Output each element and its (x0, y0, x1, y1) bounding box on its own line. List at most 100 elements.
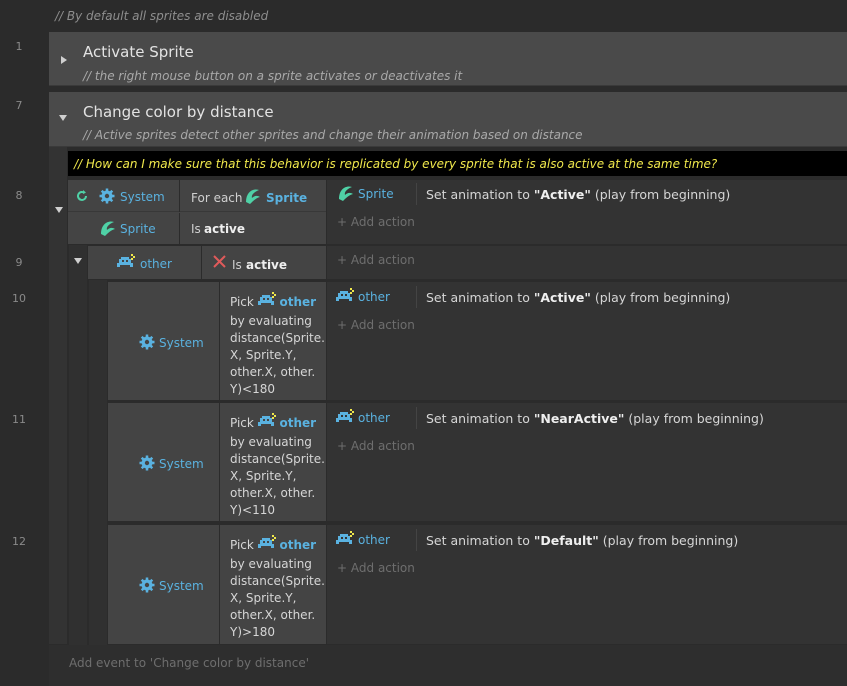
event-11-conditions[interactable]: System Pick other by evaluating distance… (108, 403, 326, 521)
pick-target: other (279, 538, 317, 552)
expand-arrow-icon[interactable] (61, 56, 67, 64)
add-action-button[interactable]: + Add action (337, 439, 415, 453)
add-action-button[interactable]: + Add action (337, 215, 415, 229)
add-action-button[interactable]: + Add action (337, 318, 415, 332)
pick-label: Pick (230, 295, 254, 309)
action-divider (416, 286, 417, 308)
action-animation: "NearActive" (533, 411, 625, 426)
pick-line: Pick other (230, 535, 325, 556)
pick-target: other (279, 416, 317, 430)
other-icon (117, 254, 135, 273)
cell-divider (219, 525, 220, 644)
event-8-actions[interactable]: Sprite Set animation to "Active" (play f… (327, 180, 847, 244)
condition-object: System (159, 457, 204, 471)
action-divider (416, 407, 417, 429)
action-animation: "Active" (533, 187, 591, 202)
condition-object: System (159, 336, 204, 350)
plus-icon: + (337, 318, 348, 332)
cell-divider (219, 282, 220, 400)
action-text[interactable]: Set animation to "Default" (play from be… (426, 533, 738, 548)
gear-icon (139, 455, 155, 474)
banner-comment[interactable]: // How can I make sure that this behavio… (68, 151, 847, 176)
action-suffix: (play from beginning) (594, 187, 731, 202)
action-animation: "Default" (533, 533, 599, 548)
collapse-arrow-icon[interactable] (74, 258, 82, 264)
collapse-arrow-icon[interactable] (59, 115, 67, 121)
group-description: // the right mouse button on a sprite ac… (83, 69, 463, 83)
condition-object: Sprite (120, 222, 156, 236)
action-text[interactable]: Set animation to "Active" (play from beg… (426, 187, 730, 202)
condition-target: Sprite (266, 191, 308, 205)
pick-line: Pick other (230, 413, 325, 434)
expr-line: distance(Sprite. (230, 452, 325, 466)
action-text[interactable]: Set animation to "NearActive" (play from… (426, 411, 764, 426)
line-number: 9 (15, 256, 23, 269)
expr-line: X, Sprite.Y, (230, 348, 297, 362)
action-suffix: (play from beginning) (594, 290, 731, 305)
event-12-conditions[interactable]: System Pick other by evaluating distance… (108, 525, 326, 644)
add-event-bar[interactable]: Add event to 'Change color by distance' (49, 645, 847, 686)
action-suffix: (play from beginning) (628, 411, 764, 426)
condition-prefix: Is (191, 222, 201, 236)
plus-icon: + (337, 439, 348, 453)
condition-text: Pick other by evaluating distance(Sprite… (230, 292, 325, 398)
cross-icon (213, 255, 226, 271)
condition-value: active (246, 258, 288, 272)
top-comment[interactable]: // By default all sprites are disabled (55, 9, 268, 23)
expr-line: distance(Sprite. (230, 574, 325, 588)
group-activate-sprite[interactable]: Activate Sprite // the right mouse butto… (49, 32, 847, 86)
other-icon (336, 288, 354, 307)
action-divider (416, 183, 417, 205)
condition-object: System (159, 579, 204, 593)
event-10-conditions[interactable]: System Pick other by evaluating distance… (108, 282, 326, 400)
action-verb: Set animation to (426, 290, 530, 305)
expr-line: other.X, other. (230, 365, 316, 379)
action-verb: Set animation to (426, 411, 530, 426)
action-object: other (358, 533, 390, 547)
event-9-conditions[interactable]: other Is active (88, 246, 326, 279)
sprite-icon (336, 183, 356, 206)
gear-icon (139, 334, 155, 353)
line-number: 10 (12, 292, 26, 305)
line-number: 7 (15, 99, 23, 112)
condition-value: active (204, 222, 246, 236)
event-8-cond-1[interactable]: System For each Sprite (68, 180, 326, 212)
expr-line: X, Sprite.Y, (230, 591, 297, 605)
add-action-label: Add action (350, 253, 415, 267)
group-title: Activate Sprite (83, 43, 194, 61)
pick-target: other (279, 295, 317, 309)
group-change-color[interactable]: Change color by distance // Active sprit… (49, 92, 847, 147)
collapse-arrow-icon[interactable] (55, 207, 63, 213)
event-9-actions[interactable]: + Add action (327, 246, 847, 279)
add-action-button[interactable]: + Add action (337, 253, 415, 267)
line-number: 12 (12, 535, 26, 548)
other-icon (336, 531, 354, 550)
condition-text: Pick other by evaluating distance(Sprite… (230, 413, 325, 519)
expr-line: Y)<180 (230, 382, 275, 396)
action-object: other (358, 290, 390, 304)
event-12-actions[interactable]: other Set animation to "Default" (play f… (327, 525, 847, 644)
pick-line: Pick other (230, 292, 325, 313)
add-action-label: Add action (350, 561, 415, 575)
pick-label: Pick (230, 538, 254, 552)
action-verb: Set animation to (426, 187, 530, 202)
plus-icon: + (337, 561, 348, 575)
plus-icon: + (337, 253, 348, 267)
event-10-actions[interactable]: other Set animation to "Active" (play fr… (327, 282, 847, 400)
action-text[interactable]: Set animation to "Active" (play from beg… (426, 290, 730, 305)
gear-icon (99, 188, 115, 207)
event-11-actions[interactable]: other Set animation to "NearActive" (pla… (327, 403, 847, 521)
action-divider (416, 529, 417, 551)
action-object: other (358, 411, 390, 425)
cell-divider (201, 246, 202, 279)
group-description: // Active sprites detect other sprites a… (83, 128, 583, 142)
cell-divider (179, 213, 180, 244)
condition-object: System (120, 190, 165, 204)
other-icon (257, 535, 276, 556)
add-action-button[interactable]: + Add action (337, 561, 415, 575)
event-8-cond-2[interactable]: Sprite Is active (68, 213, 326, 244)
line-number: 8 (15, 189, 23, 202)
action-animation: "Active" (533, 290, 591, 305)
expr-line: distance(Sprite. (230, 331, 325, 345)
action-suffix: (play from beginning) (602, 533, 739, 548)
